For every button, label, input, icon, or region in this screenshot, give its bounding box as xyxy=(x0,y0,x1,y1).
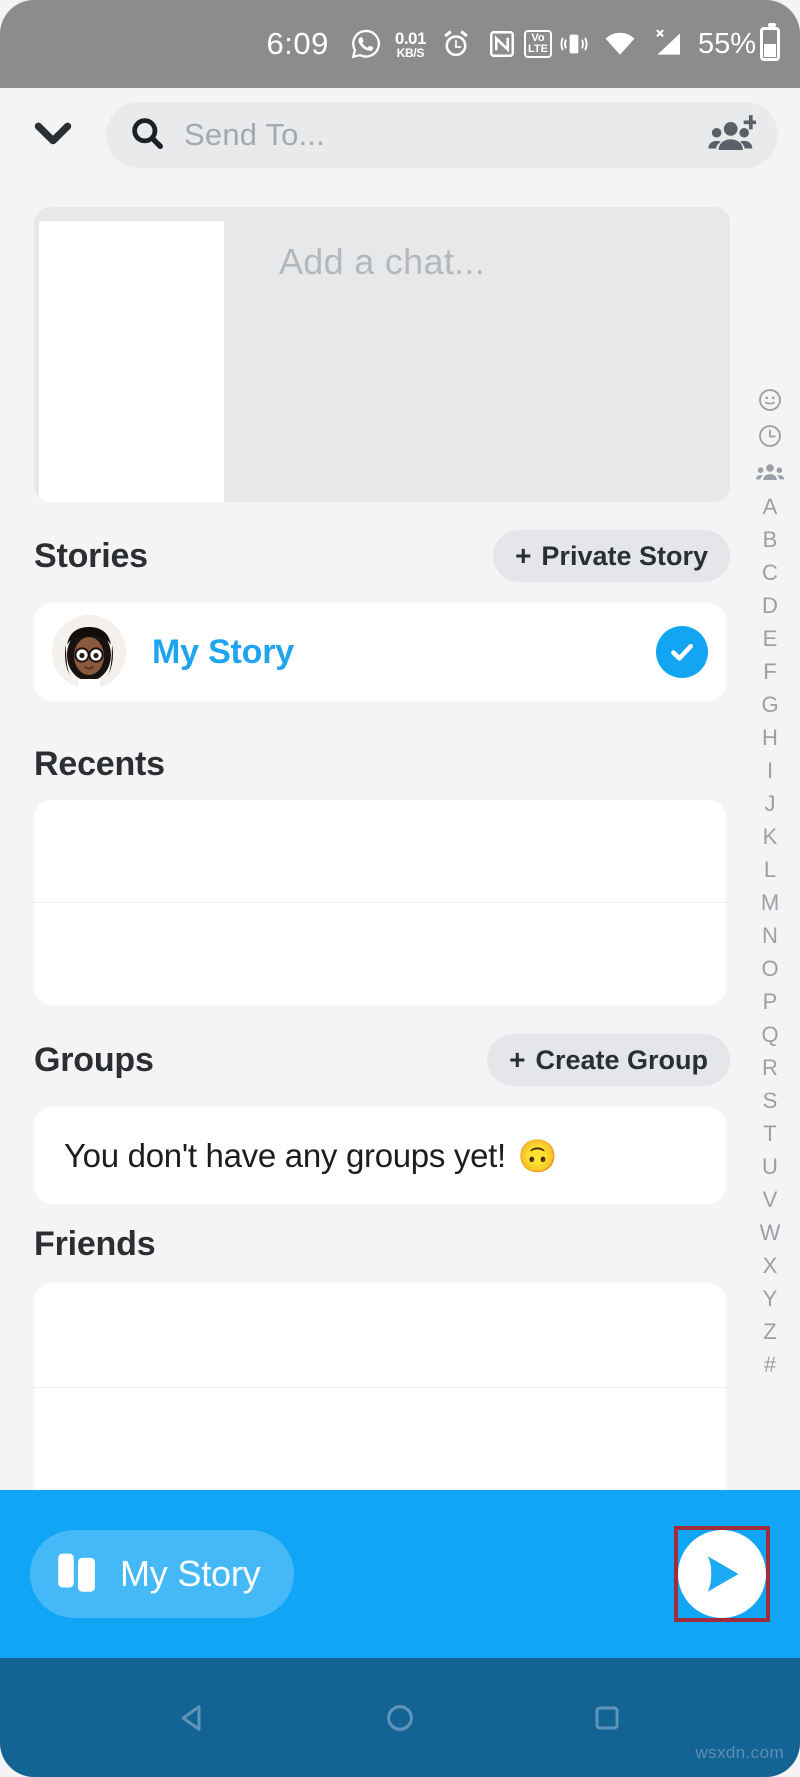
alpha-index-letter[interactable]: M xyxy=(746,886,794,919)
stories-title: Stories xyxy=(34,536,148,575)
nfc-icon xyxy=(487,29,517,59)
groups-section-header: Groups + Create Group xyxy=(34,1034,730,1086)
snapchat-send-to-screen: 6:09 0.01 KB/S Vo LTE 55% Send To... Add… xyxy=(0,0,800,1777)
alpha-index-letter[interactable]: Q xyxy=(746,1018,794,1051)
friends-title: Friends xyxy=(34,1225,156,1263)
nav-home-icon[interactable] xyxy=(365,1683,435,1753)
alarm-clock-icon xyxy=(439,27,473,61)
search-bar[interactable]: Send To... xyxy=(106,102,778,168)
groups-empty-text: You don't have any groups yet! xyxy=(64,1136,506,1174)
my-story-label: My Story xyxy=(152,632,294,671)
add-chat-placeholder[interactable]: Add a chat... xyxy=(279,241,485,283)
alpha-index-letter[interactable]: X xyxy=(746,1249,794,1282)
alpha-index-letter[interactable]: G xyxy=(746,688,794,721)
chat-thumbnail xyxy=(39,221,224,502)
groups-empty-card: You don't have any groups yet! 🙃 xyxy=(34,1107,726,1204)
nav-recents-icon[interactable] xyxy=(572,1683,642,1753)
my-story-chip[interactable]: My Story xyxy=(30,1530,295,1618)
alpha-index-letter[interactable]: Y xyxy=(746,1282,794,1315)
plus-icon: + xyxy=(509,1044,526,1075)
alpha-index-letter[interactable]: L xyxy=(746,853,794,886)
alpha-index-letter[interactable]: N xyxy=(746,919,794,952)
private-story-button[interactable]: + Private Story xyxy=(493,530,730,582)
vibrate-icon xyxy=(559,29,589,59)
my-story-chip-label: My Story xyxy=(120,1553,261,1594)
battery-percent-label: 55% xyxy=(697,27,756,60)
friends-list-card[interactable] xyxy=(34,1283,726,1515)
alpha-index-letter[interactable]: P xyxy=(746,985,794,1018)
check-circle-icon[interactable] xyxy=(656,626,708,678)
alpha-index-letter[interactable]: S xyxy=(746,1084,794,1117)
send-to-header: Send To... xyxy=(0,88,800,182)
plus-icon: + xyxy=(515,540,532,571)
clock-recent-icon[interactable] xyxy=(757,418,783,454)
alpha-index-letter[interactable]: U xyxy=(746,1150,794,1183)
android-nav-bar xyxy=(0,1658,800,1777)
alpha-index-letter[interactable]: D xyxy=(746,589,794,622)
alpha-index-letter[interactable]: # xyxy=(746,1348,794,1381)
alpha-index-letter[interactable]: J xyxy=(746,787,794,820)
alphabet-scroll-index[interactable]: A B C D E F G H I J K L M N O P Q R S T … xyxy=(746,382,794,1381)
alpha-index-letter[interactable]: K xyxy=(746,820,794,853)
signal-no-sim-icon xyxy=(651,27,685,61)
my-story-row[interactable]: My Story xyxy=(34,603,726,701)
alpha-index-letter[interactable]: B xyxy=(746,523,794,556)
alpha-index-letter[interactable]: O xyxy=(746,952,794,985)
groups-title: Groups xyxy=(34,1040,154,1079)
recents-list-card[interactable] xyxy=(34,800,726,1005)
volte-icon: Vo LTE xyxy=(523,30,552,58)
alpha-index-letter[interactable]: C xyxy=(746,556,794,589)
status-time: 6:09 xyxy=(266,26,329,61)
add-chat-card[interactable]: Add a chat... xyxy=(34,207,730,502)
whatsapp-icon xyxy=(350,28,382,60)
create-group-label: Create Group xyxy=(535,1044,708,1075)
alpha-index-letter[interactable]: V xyxy=(746,1183,794,1216)
friends-section-header: Friends xyxy=(34,1225,730,1264)
alpha-index-letter[interactable]: Z xyxy=(746,1315,794,1348)
recents-title: Recents xyxy=(34,745,165,783)
stories-section-header: Stories + Private Story xyxy=(34,530,730,582)
alpha-index-letter[interactable]: W xyxy=(746,1216,794,1249)
watermark: wsxdn.com xyxy=(695,1743,784,1762)
network-speed-indicator: 0.01 KB/S xyxy=(394,28,427,60)
alpha-index-letter[interactable]: A xyxy=(746,490,794,523)
alpha-index-letter[interactable]: T xyxy=(746,1117,794,1150)
story-cards-icon xyxy=(56,1548,100,1601)
list-divider xyxy=(34,902,726,903)
alpha-index-letter[interactable]: H xyxy=(746,721,794,754)
groups-icon[interactable] xyxy=(756,454,784,490)
recents-section-header: Recents xyxy=(34,745,730,784)
alpha-index-letter[interactable]: F xyxy=(746,655,794,688)
wifi-icon xyxy=(603,27,637,61)
add-friends-icon[interactable] xyxy=(708,113,756,157)
bitmoji-avatar xyxy=(52,615,126,689)
alpha-index-letter[interactable]: R xyxy=(746,1051,794,1084)
send-bar: My Story xyxy=(0,1490,800,1658)
list-divider xyxy=(34,1387,726,1388)
status-bar: 6:09 0.01 KB/S Vo LTE 55% xyxy=(0,0,800,88)
alpha-index-letter[interactable]: I xyxy=(746,754,794,787)
private-story-label: Private Story xyxy=(541,540,708,571)
collapse-chevron-button[interactable] xyxy=(22,104,84,166)
battery-icon xyxy=(760,23,780,61)
emoji-smiley-icon[interactable] xyxy=(757,382,783,418)
nav-back-icon[interactable] xyxy=(158,1683,228,1753)
send-button[interactable] xyxy=(674,1526,770,1622)
create-group-button[interactable]: + Create Group xyxy=(487,1034,730,1086)
search-icon xyxy=(128,114,166,157)
search-input[interactable]: Send To... xyxy=(184,117,708,153)
alpha-index-letter[interactable]: E xyxy=(746,622,794,655)
send-arrow-icon xyxy=(678,1530,766,1618)
chevron-down-icon xyxy=(26,106,80,165)
upside-down-face-emoji: 🙃 xyxy=(517,1137,558,1174)
